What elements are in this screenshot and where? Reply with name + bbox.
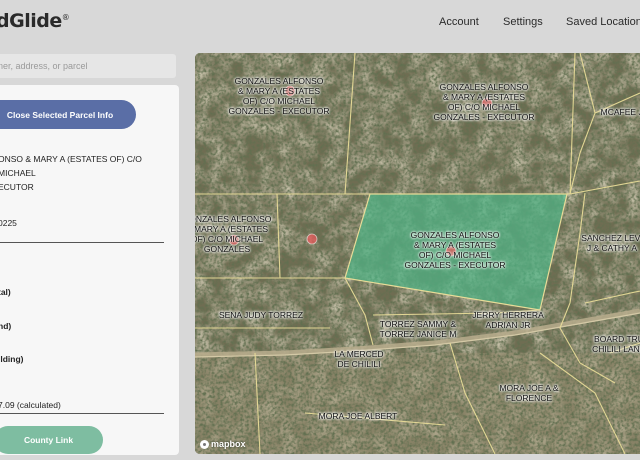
- mapbox-text: mapbox: [211, 439, 246, 449]
- label-line: TORREZ JANICE M: [379, 329, 457, 339]
- label-line: OF) C/O MICHAEL: [447, 102, 521, 112]
- parcel-label[interactable]: LA MERCED DE CHILILI: [334, 349, 383, 369]
- parcel-marker[interactable]: [306, 233, 318, 245]
- nav-settings[interactable]: Settings: [503, 16, 543, 28]
- parcel-label[interactable]: GONZALES ALFONSO & MARY A (ESTATES OF) C…: [434, 82, 535, 122]
- parcel-label[interactable]: MORA JOE A & FLORENCE: [499, 383, 558, 403]
- county-link-button[interactable]: County Link: [0, 426, 103, 454]
- label-line: MORA JOE A &: [499, 383, 559, 393]
- label-line: LA MERCED: [334, 349, 384, 359]
- label-line: J & CATHY A: [586, 243, 638, 253]
- parcel-divider: [0, 242, 164, 243]
- logo-text: dGlide: [0, 10, 62, 32]
- label-line: & MARY A (ESTATES: [442, 92, 526, 102]
- acreage-divider: [0, 413, 164, 414]
- label-line: SENA JUDY TORREZ: [218, 310, 304, 320]
- label-line: & MARY A (ESTATES: [195, 224, 269, 234]
- label-line: MORA JOE ALBERT: [318, 411, 398, 421]
- label-line: GONZALES ALFONSO: [195, 214, 272, 224]
- label-line: SANCHEZ LEVI: [581, 233, 640, 243]
- parcel-label-selected[interactable]: GONZALES ALFONSO & MARY A (ESTATES OF) C…: [405, 230, 506, 270]
- app-logo[interactable]: dGlide®: [0, 10, 70, 32]
- label-line: DE CHILILI: [337, 359, 381, 369]
- label-line: TORREZ SAMMY &: [379, 319, 457, 329]
- label-line: JERRY HERRERA: [472, 310, 544, 320]
- parcel-label[interactable]: SANCHEZ LEVI J & CATHY A: [581, 233, 640, 253]
- top-bar: dGlide® Account Settings Saved Locations: [0, 0, 640, 46]
- label-line: BOARD TRU: [594, 334, 640, 344]
- search-input[interactable]: [0, 54, 176, 78]
- map-view[interactable]: GONZALES ALFONSO & MARY A (ESTATES OF) C…: [195, 53, 640, 454]
- nav-saved-locations[interactable]: Saved Locations: [566, 16, 640, 28]
- parcel-info-panel: Close Selected Parcel Info ONSO & MARY A…: [0, 85, 179, 455]
- parcel-number: 0225: [0, 218, 17, 228]
- parcel-label[interactable]: GONZALES ALFONSO & MARY A (ESTATES OF) C…: [229, 76, 330, 116]
- parcel-label[interactable]: MORA JOE ALBERT: [319, 411, 398, 421]
- label-line: GONZALES ALFONSO: [410, 230, 500, 240]
- search-bar: [0, 54, 176, 78]
- parcel-label[interactable]: MCAFEE JO: [601, 107, 640, 117]
- label-line: ADRIAN JR: [485, 320, 531, 330]
- label-line: MCAFEE JO: [600, 107, 640, 117]
- value-building-label: ilding): [0, 354, 24, 364]
- acreage-value: 7.09 (calculated): [0, 400, 61, 410]
- label-line: GONZALES - EXECUTOR: [228, 106, 330, 116]
- close-parcel-info-button[interactable]: Close Selected Parcel Info: [0, 100, 136, 129]
- parcel-label[interactable]: BOARD TRU CHILILI LAND: [592, 334, 640, 354]
- label-line: GONZALES: [203, 244, 251, 254]
- owner-line-1: ONSO & MARY A (ESTATES OF) C/O MICHAEL: [0, 154, 142, 178]
- label-line: GONZALES - EXECUTOR: [404, 260, 506, 270]
- label-line: & MARY A (ESTATES: [413, 240, 497, 250]
- mapbox-logo-icon: [200, 439, 209, 449]
- label-line: GONZALES ALFONSO: [234, 76, 324, 86]
- value-land-label: nd): [0, 321, 12, 331]
- label-line: FLORENCE: [505, 393, 553, 403]
- parcel-label[interactable]: GONZALES ALFONSO & MARY A (ESTATES OF) C…: [195, 214, 271, 254]
- label-line: OF) C/O MICHAEL: [242, 96, 316, 106]
- value-total-label: tal): [0, 287, 11, 297]
- owner-line-2: ECUTOR: [0, 182, 34, 192]
- owner-name: ONSO & MARY A (ESTATES OF) C/O MICHAEL E…: [0, 152, 174, 194]
- label-line: & MARY A (ESTATES: [237, 86, 321, 96]
- label-line: GONZALES ALFONSO: [439, 82, 529, 92]
- label-line: OF) C/O MICHAEL: [195, 234, 264, 244]
- label-line: OF) C/O MICHAEL: [418, 250, 492, 260]
- parcel-label[interactable]: JERRY HERRERA ADRIAN JR: [472, 310, 543, 330]
- nav-account[interactable]: Account: [439, 16, 479, 28]
- mapbox-attribution[interactable]: mapbox: [200, 439, 246, 449]
- parcel-label[interactable]: SENA JUDY TORREZ: [219, 310, 303, 320]
- label-line: GONZALES - EXECUTOR: [433, 112, 535, 122]
- registered-mark: ®: [61, 13, 70, 22]
- parcel-label[interactable]: TORREZ SAMMY & TORREZ JANICE M: [380, 319, 457, 339]
- label-line: CHILILI LAND: [592, 344, 640, 354]
